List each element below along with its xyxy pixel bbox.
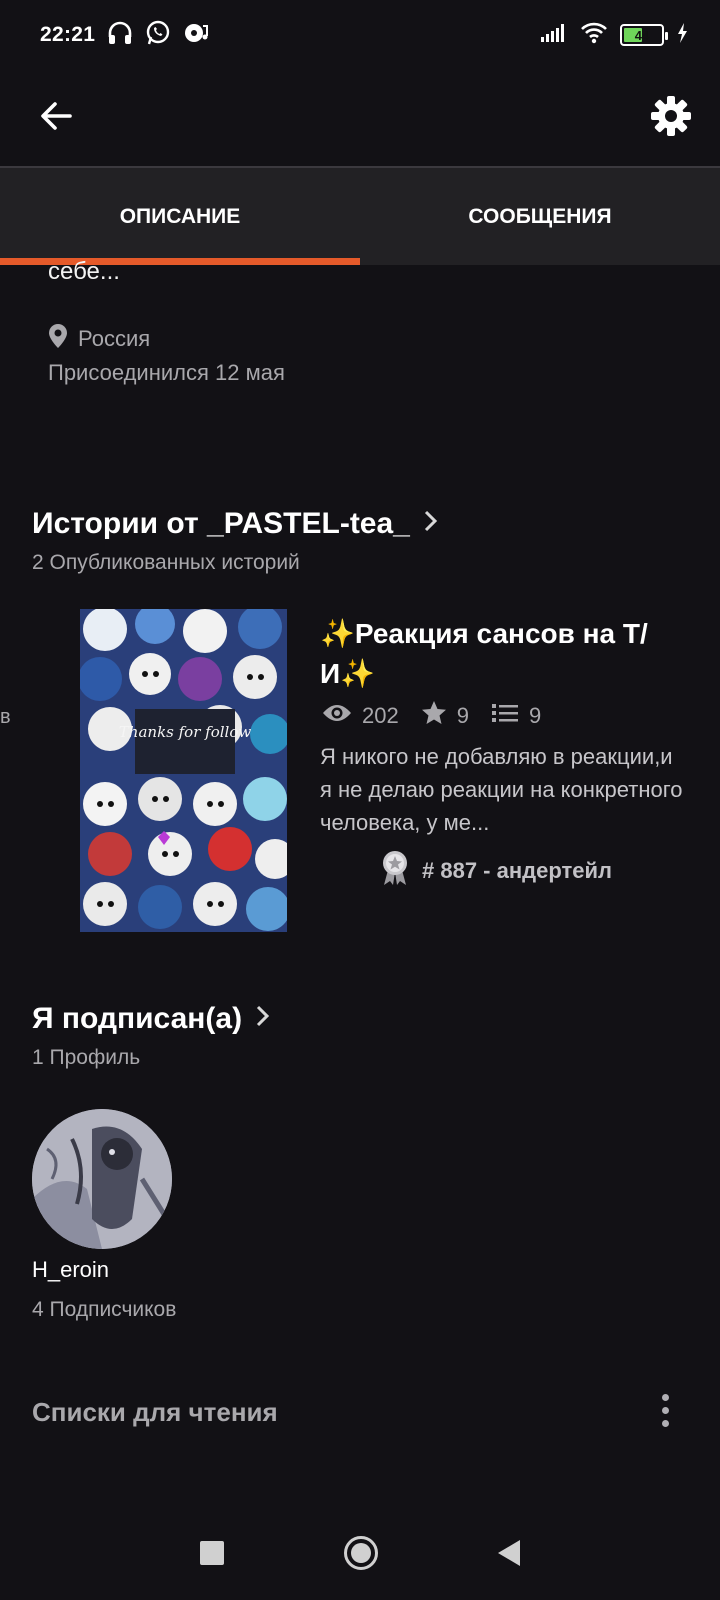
headphones-icon [107,21,133,50]
award-badge-icon [380,850,410,892]
story-description: Я никого не добавляю в реакции,и я не де… [320,744,683,835]
gear-icon[interactable] [650,95,692,142]
story-stats: 202 9 9 [322,700,551,732]
story-rank-badge[interactable]: # 887 - андертейл [380,850,612,892]
list-icon [491,701,519,731]
signal-icon [540,23,568,48]
following-count-label: 1 Профиль [32,1046,141,1069]
reading-lists-title: Списки для чтения [32,1397,278,1427]
parts-count: 9 [528,703,542,728]
tab-messages[interactable]: СООБЩЕНИЯ [360,168,720,265]
system-nav-bar [0,1505,720,1600]
tab-description[interactable]: ОПИСАНИЕ [0,168,360,265]
votes-count: 9 [456,703,469,728]
recents-button[interactable] [200,1540,224,1565]
location-pin-icon [48,323,68,355]
more-dot [661,1419,669,1427]
avatar[interactable] [32,1109,172,1249]
stories-section-header[interactable]: Истории от _PASTEL-tea_ [32,507,438,541]
views-count: 202 [362,703,399,728]
battery-icon: 44 [620,24,668,46]
charging-icon [676,22,688,49]
following-user-followers: 4 Подписчиков [32,1298,177,1321]
home-button[interactable] [344,1535,378,1570]
location-row: Россия [48,323,150,355]
following-section-header[interactable]: Я подписан(а) [32,1002,270,1036]
eye-icon [322,703,352,729]
back-button[interactable] [498,1539,520,1566]
about-snippet: себе... [48,258,120,285]
parts-stat: 9 [491,701,541,731]
back-arrow-icon[interactable] [36,96,76,141]
stories-section-title: Истории от _PASTEL-tea_ [32,507,410,540]
cover-text: Thanks for follow [119,723,252,741]
following-section-title: Я подписан(а) [32,1002,243,1035]
battery-level: 44 [634,27,650,43]
profile-tabs: ОПИСАНИЕ СООБЩЕНИЯ [0,168,720,265]
more-options-icon[interactable] [650,1390,680,1430]
views-stat: 202 [322,703,399,729]
chevron-right-icon [422,507,438,541]
votes-stat: 9 [421,700,469,732]
app-bar [0,70,720,166]
edge-text-fragment: в [0,706,11,728]
status-bar: 22:21 44 [0,0,720,70]
status-left: 22:21 [40,20,209,51]
status-time: 22:21 [40,23,96,46]
wifi-icon [580,22,608,49]
music-disc-icon [183,21,209,50]
following-username[interactable]: H_eroin [32,1257,109,1283]
joined-date: Присоединился 12 мая [48,360,285,385]
chevron-right-icon [254,1002,270,1036]
more-dot [661,1406,669,1414]
story-rank-text: # 887 - андертейл [422,858,612,883]
stories-count: 2 Опубликованных историй [32,551,300,574]
story-title[interactable]: ✨Реакция сансов на Т/И✨ [320,614,690,694]
star-icon [421,700,447,732]
more-dot [661,1393,669,1401]
story-cover-image[interactable]: Thanks for follow [80,609,287,932]
whatsapp-icon [145,20,171,51]
location-text: Россия [78,326,151,351]
status-right: 44 [540,22,688,49]
